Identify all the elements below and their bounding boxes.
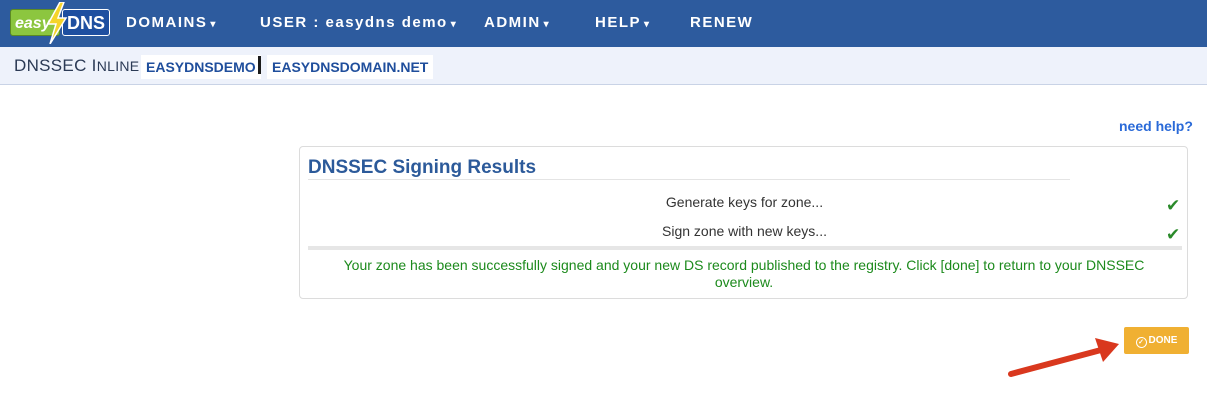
nav-user-label: USER : easydns demo — [260, 14, 448, 31]
top-navbar: easy DNS DOMAINS ▾ USER : easydns demo ▾ A… — [0, 0, 1207, 47]
checkmark-icon: ✔ — [1166, 196, 1181, 215]
nav-admin-label: ADMIN — [484, 14, 541, 31]
steps-divider — [308, 246, 1182, 250]
breadcrumb-user[interactable]: EASYDNSDEMO — [141, 55, 261, 79]
breadcrumb: DNSSEC INLINE EASYDNSDEMO EASYDNSDOMAIN.… — [0, 47, 1207, 85]
easydns-logo[interactable]: easy DNS — [10, 2, 110, 44]
nav-renew-link[interactable]: RENEW — [690, 0, 753, 47]
chevron-down-icon: ▾ — [210, 19, 216, 30]
checkmark-icon: ✔ — [1166, 225, 1181, 244]
check-circle-icon: ✓ — [1135, 337, 1147, 348]
step-generate-keys: Generate keys for zone... — [665, 194, 824, 210]
breadcrumb-domain[interactable]: EASYDNSDOMAIN.NET — [267, 55, 434, 79]
need-help-link[interactable]: need help? — [1119, 118, 1193, 134]
nav-domains-label: DOMAINS — [126, 14, 208, 31]
logo-dns-text: DNS — [62, 9, 110, 36]
nav-domains-menu[interactable]: DOMAINS ▾ — [126, 0, 215, 47]
nav-help-menu[interactable]: HELP ▾ — [595, 0, 649, 47]
breadcrumb-separator — [258, 56, 261, 74]
annotation-arrow-icon — [1008, 338, 1119, 377]
page-title: DNSSEC INLINE — [14, 56, 139, 76]
success-message: Your zone has been successfully signed a… — [343, 257, 1145, 290]
done-button-label: DONE — [1148, 335, 1178, 346]
panel-title: DNSSEC Signing Results — [308, 157, 537, 178]
done-button[interactable]: ✓ DONE — [1124, 327, 1189, 354]
title-divider — [308, 179, 1070, 180]
lightning-bolt-icon — [46, 2, 68, 44]
nav-user-menu[interactable]: USER : easydns demo ▾ — [260, 0, 456, 47]
nav-help-label: HELP — [595, 14, 642, 31]
page-title-main: DNSSEC I — [14, 56, 97, 75]
chevron-down-icon: ▾ — [450, 19, 456, 30]
chevron-down-icon: ▾ — [644, 19, 650, 30]
nav-admin-menu[interactable]: ADMIN ▾ — [484, 0, 549, 47]
signing-results-panel: DNSSEC Signing Results Generate keys for… — [299, 146, 1188, 299]
nav-renew-label: RENEW — [690, 14, 754, 31]
step-sign-zone: Sign zone with new keys... — [662, 223, 827, 239]
chevron-down-icon: ▾ — [543, 19, 549, 30]
page-title-small: NLINE — [96, 58, 140, 74]
